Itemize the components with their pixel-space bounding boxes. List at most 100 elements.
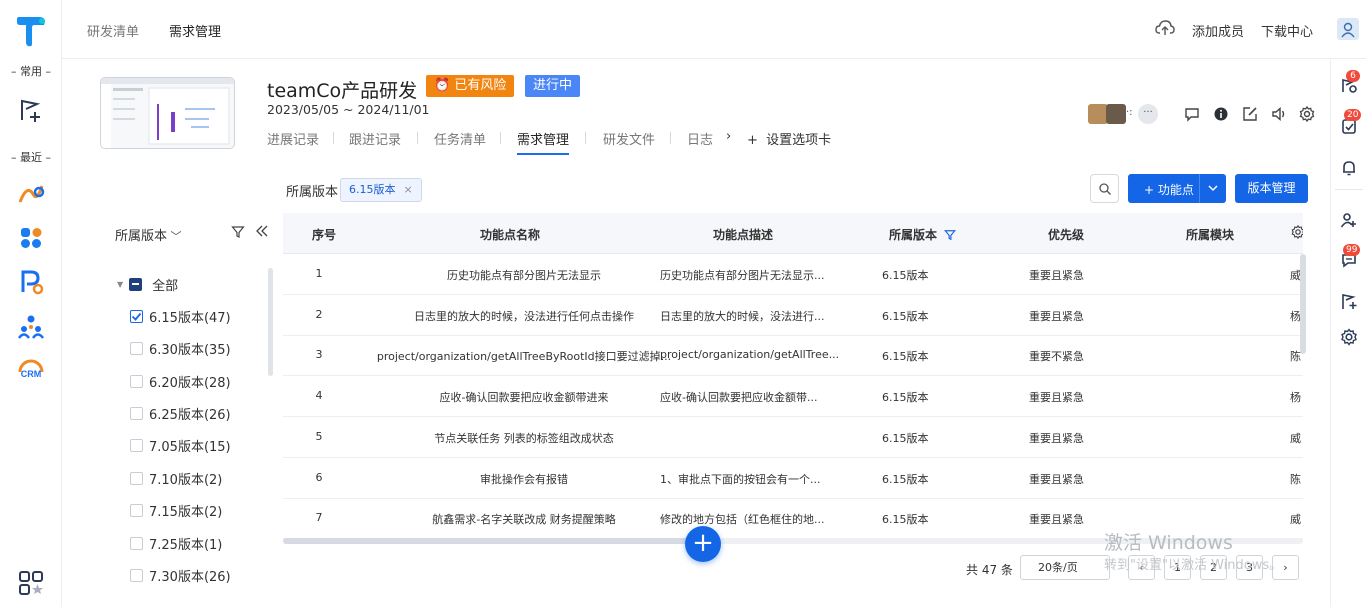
chat-icon[interactable]: 99 — [1340, 244, 1361, 269]
divider — [1335, 189, 1363, 190]
apps-icon[interactable] — [17, 224, 45, 252]
tree-item-version[interactable]: 7.05版本(15) — [130, 435, 231, 455]
tree-scrollbar[interactable] — [268, 268, 273, 376]
tree-checkbox[interactable] — [130, 536, 143, 550]
cell-version: 6.15版本 — [882, 431, 929, 445]
column-settings-icon[interactable] — [1291, 224, 1303, 242]
table-row[interactable]: 3 project/organization/getAllTreeByRootId… — [283, 335, 1303, 377]
risk-tag[interactable]: ⏰ 已有风险 — [426, 75, 515, 97]
cell-priority: 重要不紧急 — [1029, 350, 1084, 364]
status-tag[interactable]: 进行中 — [525, 75, 581, 97]
edit-icon[interactable] — [1242, 106, 1258, 122]
col-version[interactable]: 所属版本 — [889, 226, 957, 243]
comment-icon[interactable] — [1184, 106, 1200, 122]
tree-checkbox[interactable] — [129, 277, 143, 291]
cell-module: 陈 — [1290, 472, 1301, 486]
tree-item-version[interactable]: 7.15版本(2) — [130, 500, 222, 520]
table-row[interactable]: 4 应收-确认回款要把应收金额带进来 应收-确认回款要把应收金额带... 6.15版本… — [283, 376, 1303, 418]
task-notify-icon[interactable]: 6 — [1340, 70, 1360, 94]
tree-checkbox[interactable] — [130, 438, 143, 452]
button-divider — [1199, 174, 1200, 203]
team-icon[interactable] — [17, 312, 45, 340]
tree-header[interactable]: 所属版本 ﹀ — [115, 225, 182, 244]
add-flag-icon[interactable] — [17, 96, 45, 124]
plus-icon: + — [747, 133, 758, 148]
table-row[interactable]: 1 历史功能点有部分图片无法显示 历史功能点有部分图片无法显示... 6.15版本 重要… — [283, 254, 1303, 295]
table-row[interactable]: 6 审批操作会有报错 1、审批点下面的按钮会有一个... 6.15版本 重要且紧急 陈 — [283, 458, 1303, 499]
tab-requirements[interactable]: 需求管理 — [517, 129, 570, 155]
scroll-thumb[interactable] — [283, 538, 703, 544]
user-avatar[interactable] — [1337, 18, 1359, 40]
bell-icon[interactable] — [1340, 159, 1358, 177]
nav-rd-list[interactable]: 研发清单 — [87, 21, 139, 40]
download-center-link[interactable]: 下载中心 — [1261, 21, 1313, 40]
tree-item-all[interactable]: ▼ 全部 — [117, 274, 178, 294]
tab-progress[interactable]: 进展记录 — [267, 129, 319, 148]
new-task-icon[interactable] — [1340, 292, 1358, 310]
cell-version: 6.15版本 — [882, 513, 929, 527]
collapse-icon[interactable] — [255, 224, 269, 238]
cell-index: 1 — [315, 267, 323, 280]
tab-log[interactable]: 日志 — [687, 129, 713, 148]
table-row[interactable]: 5 节点关联任务 列表的标签组改成状态 6.15版本 重要且紧急 威 — [283, 417, 1303, 458]
table-row[interactable]: 2 日志里的放大的时候，没法进行任何点击操作 日志里的放大的时候，没法进行... 6.… — [283, 295, 1303, 336]
cell-priority: 重要且紧急 — [1029, 513, 1084, 527]
project-thumbnail[interactable] — [100, 77, 235, 149]
settings-icon[interactable] — [1340, 328, 1358, 346]
search-button[interactable] — [1090, 174, 1119, 203]
right-rail: 6 20 99 — [1330, 59, 1366, 607]
version-manage-button[interactable]: 版本管理 — [1235, 174, 1308, 203]
more-members[interactable]: ··· — [1138, 104, 1158, 124]
badge-count: 20 — [1344, 109, 1362, 121]
approval-icon[interactable]: 20 — [1340, 109, 1362, 135]
nav-requirement-mgmt[interactable]: 需求管理 — [169, 21, 221, 40]
tree-item-version[interactable]: 6.15版本(47) — [130, 306, 231, 326]
tab-settings[interactable]: + 设置选项卡 — [747, 129, 831, 148]
tree-item-version[interactable]: 6.30版本(35) — [130, 338, 231, 358]
app-logo-icon[interactable] — [14, 14, 48, 48]
tree-item-version[interactable]: 7.30版本(26) — [130, 565, 231, 585]
chevron-down-icon[interactable] — [1205, 180, 1221, 196]
tree-item-version[interactable]: 6.20版本(28) — [130, 371, 231, 391]
tree-checkbox[interactable] — [130, 471, 143, 485]
close-icon[interactable]: × — [404, 183, 413, 196]
chevron-right-icon[interactable]: › — [726, 129, 731, 144]
upload-cloud-icon[interactable] — [1155, 18, 1175, 38]
version-filter-chip[interactable]: 6.15版本 × — [340, 178, 422, 202]
caret-down-icon[interactable]: ▼ — [117, 280, 123, 289]
filter-icon[interactable] — [944, 229, 957, 241]
tree-item-version[interactable]: 7.25版本(1) — [130, 533, 222, 553]
tree-header-label: 所属版本 — [115, 229, 168, 244]
tree-checkbox[interactable] — [130, 406, 143, 420]
badge-count: 6 — [1346, 70, 1360, 82]
tab-rd-files[interactable]: 研发文件 — [603, 129, 655, 148]
feature-table: 序号 功能点名称 功能点描述 所属版本 优先级 所属模块 1 历史功能点有部分图片… — [283, 213, 1303, 540]
add-fab-button[interactable]: + — [685, 526, 721, 562]
info-icon[interactable] — [1213, 106, 1229, 122]
speaker-icon[interactable] — [1271, 106, 1287, 122]
tree-checkbox[interactable] — [130, 374, 143, 388]
page-size-select[interactable]: 20条/页 — [1020, 555, 1110, 580]
tree-checkbox[interactable] — [130, 341, 143, 355]
add-feature-button[interactable]: + 功能点 — [1128, 174, 1226, 203]
member-avatars[interactable]: ·: ··· — [1088, 104, 1158, 124]
table-vertical-scrollbar[interactable] — [1300, 254, 1306, 354]
project-link-icon[interactable] — [17, 180, 45, 208]
filter-icon[interactable] — [231, 225, 245, 239]
tab-followup[interactable]: 跟进记录 — [349, 129, 401, 148]
app-grid-icon[interactable] — [17, 569, 45, 597]
crm-icon[interactable]: CRM — [17, 355, 45, 383]
tree-item-version[interactable]: 7.10版本(2) — [130, 468, 222, 488]
tree-item-version[interactable]: 6.25版本(26) — [130, 403, 231, 423]
tab-task-list[interactable]: 任务清单 — [434, 129, 486, 148]
tree-checkbox[interactable] — [130, 568, 143, 582]
add-user-icon[interactable] — [1340, 211, 1358, 229]
cell-version: 6.15版本 — [882, 472, 929, 486]
section-recent-label: – 最近 – — [11, 151, 51, 164]
add-member-link[interactable]: 添加成员 — [1192, 21, 1244, 40]
product-p-icon[interactable] — [17, 268, 45, 296]
tree-checkbox[interactable] — [130, 309, 143, 323]
tree-checkbox[interactable] — [130, 503, 143, 517]
tree-item-label: 6.20版本(28) — [149, 375, 231, 391]
project-settings-icon[interactable] — [1299, 106, 1315, 122]
